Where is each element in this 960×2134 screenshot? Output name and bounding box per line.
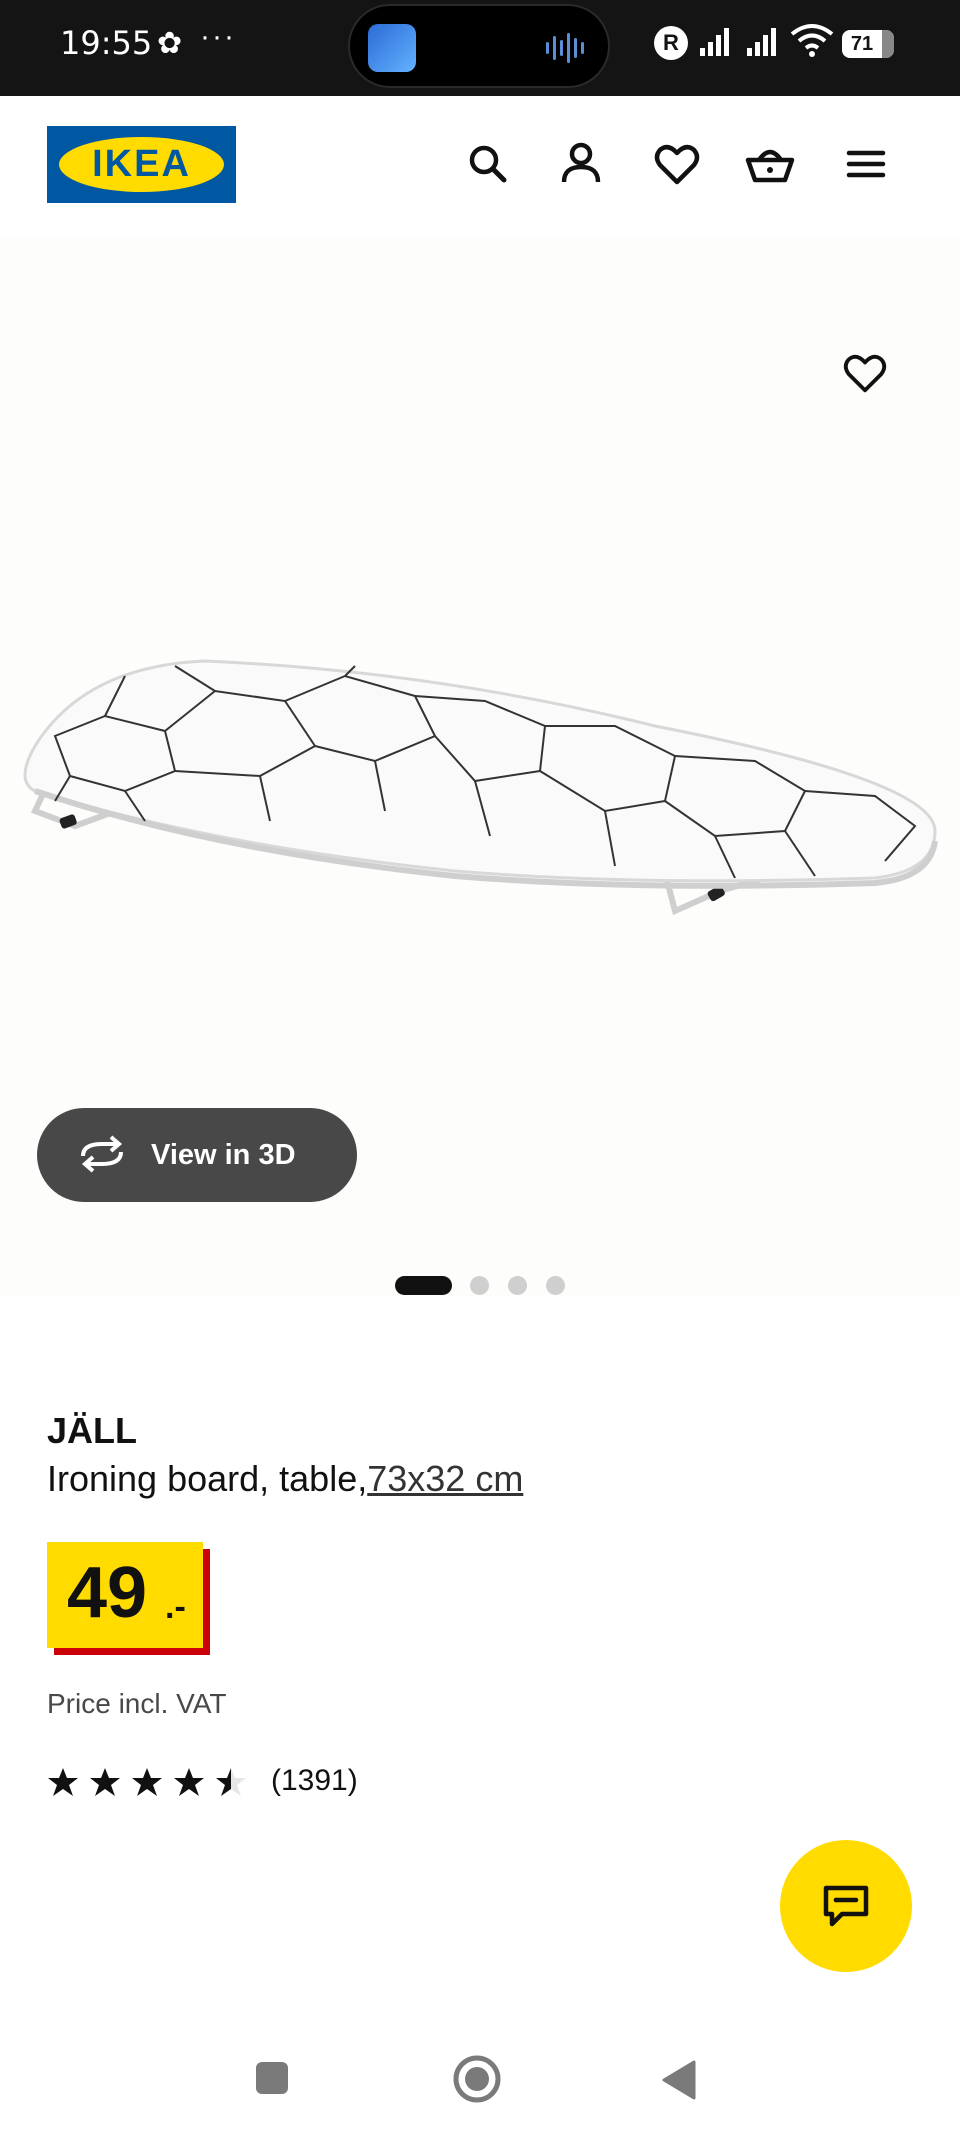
audio-wave-icon [546,33,584,63]
price-decimal: .- [165,1588,186,1626]
status-overflow: ··· [200,20,236,53]
gallery-dot-3[interactable] [508,1276,527,1295]
product-name: JÄLL [47,1410,137,1451]
basket-icon[interactable] [744,138,796,190]
gallery-dot-2[interactable] [470,1276,489,1295]
star-full-icon [90,1768,120,1796]
home-button[interactable] [452,2054,502,2104]
dynamic-island[interactable] [348,4,610,88]
gallery-dot-1[interactable] [395,1276,452,1295]
chat-icon [823,1885,869,1927]
star-half-icon [216,1768,246,1796]
menu-icon[interactable] [840,138,892,190]
signal-icon [700,28,729,56]
network-badge: R [654,26,688,60]
battery-level: 71 [850,33,874,55]
product-image [23,659,938,916]
view-in-3d-label: View in 3D [151,1139,296,1171]
wifi-icon [790,24,834,57]
product-type: Ironing board, table, [47,1458,368,1499]
back-button[interactable] [660,2058,700,2102]
gallery-dot-4[interactable] [546,1276,565,1295]
search-icon[interactable] [462,138,514,190]
system-navigation-bar [0,2040,960,2134]
star-full-icon [48,1768,78,1796]
product-gallery[interactable]: View in 3D [0,236,960,1296]
product-size-link[interactable]: 73x32 cm [367,1458,523,1499]
status-bar: 19:55 ✿ ··· R 71 [0,0,960,96]
rotate-3d-icon [81,1135,123,1173]
signal-icon-secondary [747,28,776,56]
add-to-favourites-icon[interactable] [840,348,890,398]
battery-icon: 71 [842,30,894,58]
product-description: Ironing board, table,73x32 cm [47,1458,523,1500]
view-in-3d-button[interactable]: View in 3D [37,1108,357,1202]
star-full-icon [132,1768,162,1796]
vat-note: Price incl. VAT [47,1688,227,1719]
star-full-icon [174,1768,204,1796]
account-icon[interactable] [555,138,607,190]
price-integer: 49 [67,1553,148,1633]
chat-button[interactable] [780,1840,912,1972]
status-time: 19:55 [60,24,153,62]
ikea-logo[interactable]: IKEA [47,126,236,203]
favourites-icon[interactable] [651,138,703,190]
rating-count[interactable]: (1391) [271,1764,358,1798]
recent-apps-button[interactable] [256,2062,288,2094]
site-header: IKEA [0,96,960,236]
settings-gear-icon: ✿ [157,27,183,60]
media-thumbnail-icon [368,24,416,72]
price-tag: 49 .- [47,1542,203,1648]
